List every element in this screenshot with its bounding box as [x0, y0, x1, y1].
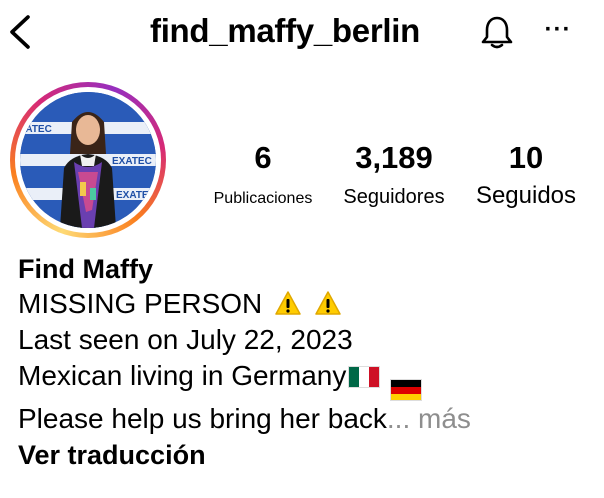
see-translation-link[interactable]: Ver traducción	[18, 437, 598, 473]
profile-display-name: Find Maffy	[18, 254, 153, 284]
germany-flag-icon	[390, 379, 423, 402]
avatar-backdrop-text-2: EXATEC	[112, 156, 152, 167]
avatar-backdrop-text: EXATEC	[20, 124, 52, 135]
posts-count: 6 Publicaciones	[204, 140, 322, 208]
profile-bio: Find Maffy MISSING PERSON Last seen on J…	[18, 252, 598, 473]
more-horizontal-icon: ···	[544, 16, 572, 43]
chevron-left-icon	[10, 15, 30, 49]
followers-count-value: 3,189	[355, 140, 433, 175]
avatar-backdrop-text-3: EXATEC	[116, 190, 156, 201]
avatar-photo-image: EXATEC EXATEC EXATEC	[20, 92, 156, 228]
warning-icon	[275, 291, 301, 315]
bio-ellipsis: ...	[386, 403, 411, 435]
bell-icon	[481, 16, 513, 49]
bio-line-help-text: Please help us bring her back	[18, 403, 387, 435]
warning-icon	[315, 291, 341, 315]
profile-username: find_maffy_berlin	[150, 12, 420, 49]
posts-count-value: 6	[254, 140, 272, 175]
bio-more-link[interactable]: más	[418, 403, 471, 434]
followers-count[interactable]: 3,189 Seguidores	[334, 140, 454, 209]
avatar-border: EXATEC EXATEC EXATEC	[15, 87, 161, 233]
bio-line-location-text: Mexican living in Germany	[18, 360, 347, 391]
back-button[interactable]	[6, 14, 36, 50]
avatar: EXATEC EXATEC EXATEC	[20, 92, 156, 228]
profile-avatar-story-ring[interactable]: EXATEC EXATEC EXATEC	[10, 82, 166, 238]
following-count[interactable]: 10 Seguidos	[464, 140, 588, 210]
followers-count-label: Seguidores	[343, 186, 445, 208]
posts-count-label: Publicaciones	[213, 190, 313, 207]
following-count-label: Seguidos	[475, 182, 577, 209]
notifications-button[interactable]	[480, 14, 514, 50]
bio-line-location: Mexican living in Germany	[18, 358, 598, 402]
bio-line-missing-text: MISSING PERSON	[18, 288, 263, 319]
bio-line-missing: MISSING PERSON	[18, 286, 598, 322]
bio-line-last-seen: Last seen on July 22, 2023	[18, 324, 353, 355]
bio-line-help: Please help us bring her back... más	[18, 401, 598, 437]
more-options-button[interactable]: ···	[540, 18, 576, 46]
following-count-value: 10	[508, 140, 544, 175]
profile-header: find_maffy_berlin ···	[0, 0, 604, 66]
mexico-flag-icon	[348, 366, 381, 388]
